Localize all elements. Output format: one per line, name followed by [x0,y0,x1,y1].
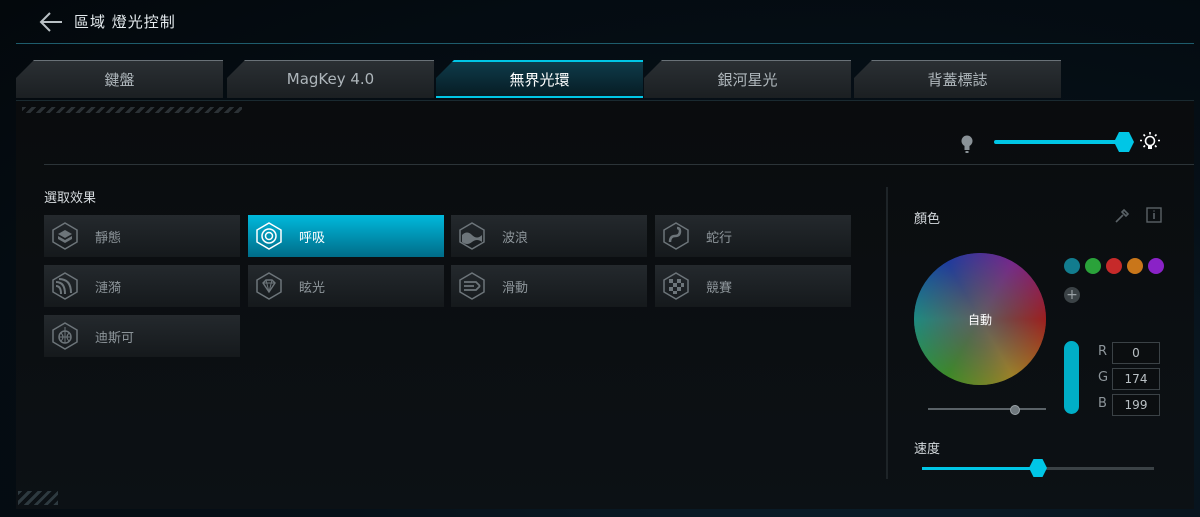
color-wheel[interactable]: 自動 [914,253,1046,385]
rgb-row-g: G 174 [1098,368,1180,390]
effect-label: 迪斯可 [95,330,135,346]
info-icon[interactable] [1146,207,1162,223]
effect-label: 競賽 [706,280,733,296]
effect-label: 波浪 [502,230,529,246]
effect-label: 靜態 [95,230,122,246]
effect-slide[interactable]: 滑動 [451,265,647,307]
effect-label: 眩光 [299,280,326,296]
slide-icon [459,272,485,300]
bulb-icon [961,135,973,153]
r-input[interactable]: 0 [1112,342,1160,364]
ripple-icon [52,272,78,300]
current-color-preview [1064,341,1079,414]
effect-label: 呼吸 [299,230,326,246]
effect-glare[interactable]: 眩光 [248,265,444,307]
effect-label: 蛇行 [706,230,733,246]
panel-decoration [22,107,242,113]
effect-breathing[interactable]: 呼吸 [248,215,444,257]
rgb-row-r: R 0 [1098,342,1180,364]
effect-label: 漣漪 [95,280,122,296]
b-label: B [1098,396,1107,411]
diamond-icon [256,272,282,300]
color-swatch[interactable] [1148,258,1164,274]
color-saturation-thumb[interactable] [1010,405,1020,415]
section-separator [886,187,888,479]
effect-static[interactable]: 靜態 [44,215,240,257]
sun-icon [1140,132,1160,149]
b-input[interactable]: 199 [1112,394,1160,416]
tab-back-logo[interactable]: 背蓋標誌 [854,60,1061,98]
tab-galaxy[interactable]: 銀河星光 [644,60,851,98]
speed-title: 速度 [914,442,941,457]
brightness-slider[interactable] [994,140,1124,144]
panel-divider [44,164,1194,165]
effects-title: 選取效果 [44,191,97,206]
effect-disco[interactable]: 迪斯可 [44,315,240,357]
color-swatch[interactable] [1106,258,1122,274]
snake-icon [663,222,689,250]
page-title: 區域 燈光控制 [74,13,176,31]
tab-keyboard[interactable]: 鍵盤 [16,60,223,98]
color-title: 顏色 [914,212,941,227]
lighting-panel: 選取效果 靜態 呼吸 波浪 蛇行 漣漪 眩光 滑動 競賽 迪斯可 顏色 自動 +… [16,100,1194,509]
panel-corner-decoration [18,491,58,505]
race-flag-icon [663,272,689,300]
rgb-row-b: B 199 [1098,394,1180,416]
header-divider [16,43,1194,44]
arrow-left-icon [39,12,62,32]
speed-slider-fill [922,467,1038,470]
tab-magkey[interactable]: MagKey 4.0 [227,60,434,98]
color-wheel-label: 自動 [967,312,992,327]
wave-icon [459,222,485,250]
disco-icon [52,322,78,350]
brightness-slider-thumb[interactable] [1114,132,1134,152]
effect-ripple[interactable]: 漣漪 [44,265,240,307]
plus-icon: + [1066,287,1078,303]
r-label: R [1098,344,1108,359]
eyedropper-icon[interactable] [1114,208,1130,224]
back-button[interactable] [38,10,64,34]
g-input[interactable]: 174 [1112,368,1160,390]
breathing-icon [256,222,282,250]
color-saturation-slider[interactable] [928,408,1046,410]
tab-halo[interactable]: 無界光環 [436,60,643,98]
tab-bar: 鍵盤 MagKey 4.0 無界光環 銀河星光 背蓋標誌 [16,60,1066,98]
color-swatch[interactable] [1064,258,1080,274]
effect-snake[interactable]: 蛇行 [655,215,851,257]
static-icon [52,222,78,250]
color-swatch[interactable] [1127,258,1143,274]
effect-race[interactable]: 競賽 [655,265,851,307]
color-swatch[interactable] [1085,258,1101,274]
g-label: G [1098,370,1109,385]
top-bar: 區域 燈光控制 [0,0,1200,44]
effect-wave[interactable]: 波浪 [451,215,647,257]
effect-label: 滑動 [502,280,529,296]
speed-slider-thumb[interactable] [1029,459,1047,477]
add-color-button[interactable]: + [1064,287,1080,303]
